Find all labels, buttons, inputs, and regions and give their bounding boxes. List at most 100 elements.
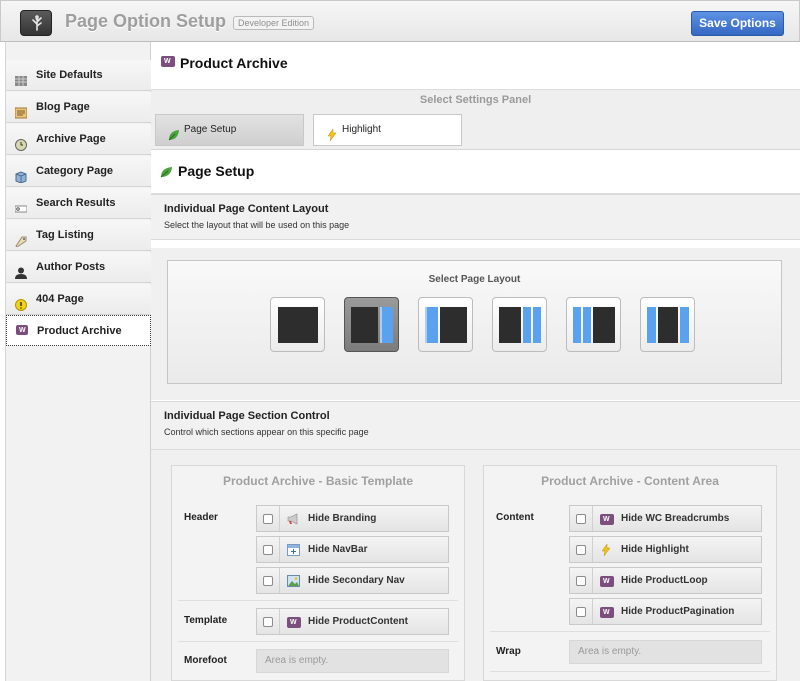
option-hide-wc-breadcrumbs[interactable]: Hide WC Breadcrumbs [569, 505, 762, 532]
layout-option-content-sidebar-right[interactable] [344, 297, 399, 352]
tag-icon [15, 229, 27, 248]
sidebar-item-label: Archive Page [36, 133, 106, 145]
checkbox[interactable] [576, 514, 586, 524]
section-title: Product Archive [180, 55, 288, 71]
layout-area: Select Page Layout [151, 248, 800, 400]
blog-icon [14, 101, 28, 119]
sidebar-item-label: Blog Page [36, 101, 90, 113]
sidebar-item-author-posts[interactable]: Author Posts [6, 252, 151, 283]
checkbox[interactable] [576, 607, 586, 617]
layout-option-sidebar-content-sidebar[interactable] [640, 297, 695, 352]
section-control-area: Product Archive - Basic Template Header … [151, 450, 800, 681]
option-hide-highlight[interactable]: Hide Highlight [569, 536, 762, 563]
page-setup-title: Page Setup [178, 163, 255, 179]
option-label: Hide Branding [308, 513, 377, 524]
checkbox[interactable] [263, 576, 273, 586]
lightning-icon [600, 543, 612, 559]
option-label: Hide ProductPagination [621, 606, 735, 617]
edition-badge: Developer Edition [233, 16, 315, 30]
megaphone-icon [287, 513, 301, 528]
leaf-icon [160, 166, 173, 181]
settings-panel-bar: Select Settings Panel Page Setup Highlig… [151, 90, 800, 150]
option-hide-secondary-nav[interactable]: Hide Secondary Nav [256, 567, 449, 594]
woo-icon [161, 56, 175, 67]
tab-highlight[interactable]: Highlight [313, 114, 462, 146]
sidebar-item-category-page[interactable]: Category Page [6, 156, 151, 187]
page-title: Page Option Setup [65, 11, 227, 31]
option-label: Hide ProductLoop [621, 575, 708, 586]
option-label: Hide ProductContent [308, 616, 408, 627]
checkbox[interactable] [576, 545, 586, 555]
sidebar-item-search-results[interactable]: Search Results [6, 188, 151, 219]
app-logo-icon [20, 10, 52, 36]
sidebar-item-site-defaults[interactable]: Site Defaults [6, 60, 151, 91]
basic-template-card: Product Archive - Basic Template Header … [171, 465, 465, 681]
group-label-wrap: Wrap [496, 646, 521, 657]
grid-icon [15, 69, 27, 86]
sidebar-item-label: Author Posts [36, 261, 106, 273]
sidebar-item-blog-page[interactable]: Blog Page [6, 92, 151, 123]
checkbox[interactable] [263, 514, 273, 524]
section-control-title: Individual Page Section Control [164, 410, 330, 422]
save-options-button[interactable]: Save Options [691, 11, 784, 36]
main-content: Product Archive Select Settings Panel Pa… [151, 42, 800, 681]
option-hide-productcontent[interactable]: Hide ProductContent [256, 608, 449, 635]
woo-icon [16, 325, 28, 337]
sidebar: Site Defaults Blog Page Archive Page Cat… [5, 42, 151, 681]
content-layout-description: Select the layout that will be used on t… [164, 220, 350, 230]
checkbox[interactable] [263, 617, 273, 627]
content-area-card: Product Archive - Content Area Content H… [483, 465, 777, 681]
layout-caption: Select Page Layout [428, 274, 521, 285]
sidebar-item-label: Product Archive [37, 325, 122, 337]
option-hide-branding[interactable]: Hide Branding [256, 505, 449, 532]
content-layout-title: Individual Page Content Layout [164, 203, 329, 215]
panel-caption: Select Settings Panel [419, 94, 532, 106]
option-hide-navbar[interactable]: Hide NavBar [256, 536, 449, 563]
wrap-empty-area: Area is empty. [569, 640, 762, 664]
sidebar-item-label: 404 Page [36, 293, 84, 305]
layout-option-content-two-sidebars-right[interactable] [492, 297, 547, 352]
section-control-header: Individual Page Section Control Control … [151, 401, 800, 450]
checkbox[interactable] [263, 545, 273, 555]
sidebar-item-label: Search Results [36, 197, 116, 209]
morefoot-empty-area: Area is empty. [256, 649, 449, 673]
sidebar-item-label: Tag Listing [36, 229, 94, 241]
sidebar-item-label: Category Page [36, 165, 114, 177]
option-label: Hide Secondary Nav [308, 575, 405, 586]
woo-icon [287, 616, 301, 628]
sidebar-item-label: Site Defaults [36, 69, 103, 81]
layout-option-sidebar-left-content[interactable] [418, 297, 473, 352]
tab-label: Highlight [342, 124, 381, 135]
cube-icon [15, 165, 27, 184]
layout-option-full-width[interactable] [270, 297, 325, 352]
sidebar-item-product-archive[interactable]: Product Archive [6, 315, 151, 346]
tab-page-setup[interactable]: Page Setup [155, 114, 304, 146]
card-title: Product Archive - Basic Template [222, 474, 414, 488]
top-bar: Page Option Setup Developer Edition Save… [0, 0, 800, 42]
sidebar-item-tag-listing[interactable]: Tag Listing [6, 220, 151, 251]
option-label: Hide Highlight [621, 544, 689, 555]
lightning-icon [326, 124, 338, 154]
woo-icon [600, 606, 614, 618]
option-hide-productpagination[interactable]: Hide ProductPagination [569, 598, 762, 625]
group-label-morefoot: Morefoot [184, 655, 227, 666]
sidebar-item-404-page[interactable]: 404 Page [6, 284, 151, 315]
content-layout-header: Individual Page Content Layout Select th… [151, 194, 800, 240]
group-label-content: Content [496, 512, 534, 523]
sidebar-item-archive-page[interactable]: Archive Page [6, 124, 151, 155]
layout-option-two-sidebars-left-content[interactable] [566, 297, 621, 352]
search-bar-icon [14, 197, 28, 213]
warning-icon [15, 293, 27, 311]
image-icon [287, 575, 300, 590]
clock-icon [15, 133, 27, 151]
option-label: Hide WC Breadcrumbs [621, 513, 730, 524]
page-layout-selector: Select Page Layout [167, 260, 782, 384]
woo-icon [600, 513, 614, 525]
section-header: Product Archive [151, 42, 800, 90]
navbar-icon [287, 544, 300, 559]
checkbox[interactable] [576, 576, 586, 586]
option-hide-productloop[interactable]: Hide ProductLoop [569, 567, 762, 594]
group-label-template: Template [184, 615, 228, 626]
section-control-description: Control which sections appear on this sp… [164, 427, 369, 437]
page-setup-header: Page Setup [151, 151, 800, 194]
